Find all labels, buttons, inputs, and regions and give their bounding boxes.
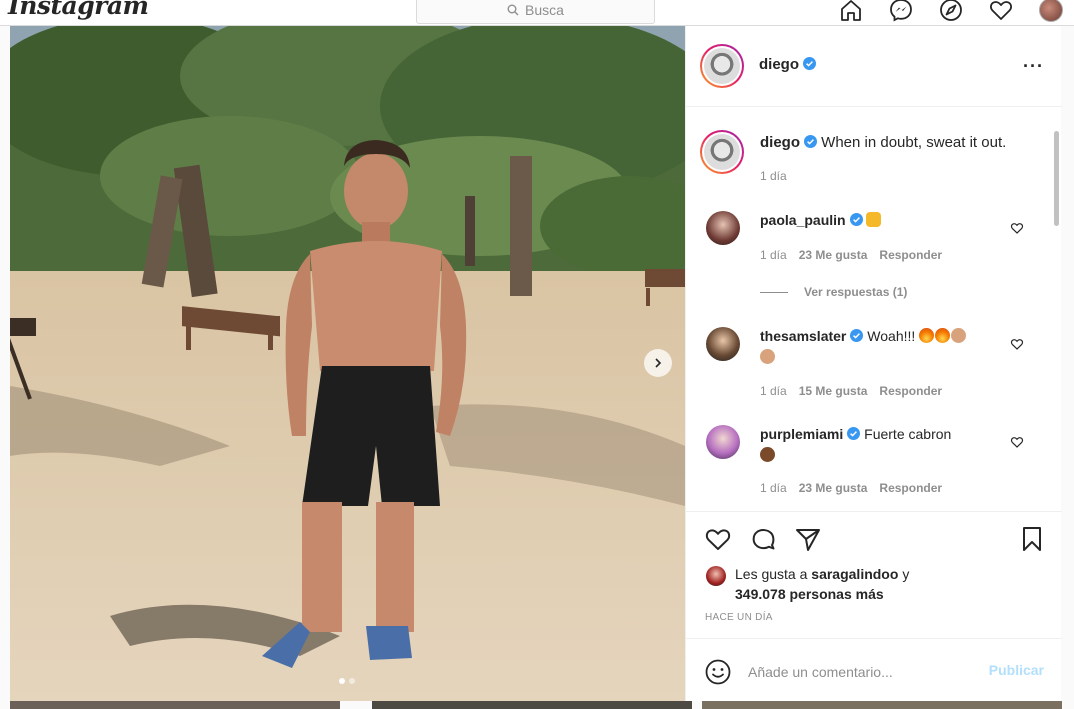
author-avatar[interactable] <box>700 44 744 88</box>
comment-3: purplemiami Fuerte cabron <box>760 424 1000 466</box>
publish-button[interactable]: Publicar <box>989 662 1044 678</box>
comment-text: Woah!!! <box>867 328 916 344</box>
search-icon <box>507 4 519 16</box>
post-photo[interactable] <box>10 26 685 701</box>
fire-emoji-icon <box>935 328 951 343</box>
reply-button[interactable]: Responder <box>879 248 942 262</box>
more-options-icon[interactable]: ··· <box>1023 56 1044 77</box>
likes-conj: y <box>902 566 910 582</box>
home-icon[interactable] <box>838 0 864 23</box>
likes-summary[interactable]: Les gusta a saragalindoo y 349.078 perso… <box>735 564 909 604</box>
verified-badge-icon <box>849 213 863 226</box>
comment-time[interactable]: 1 día <box>760 481 787 495</box>
like-heart-icon[interactable] <box>704 525 732 553</box>
reply-button[interactable]: Responder <box>879 384 942 398</box>
commenter-avatar[interactable] <box>706 211 740 245</box>
comment-text: Fuerte cabron <box>864 426 952 442</box>
post-timestamp[interactable]: HACE UN DÍA <box>705 612 773 623</box>
flexed-biceps-emoji-icon <box>760 447 775 462</box>
comment-1: paola_paulin <box>760 210 1000 231</box>
verified-badge-icon <box>803 57 816 70</box>
background-thumbnail <box>10 701 340 709</box>
reply-button[interactable]: Responder <box>879 481 942 495</box>
save-bookmark-icon[interactable] <box>1018 525 1046 553</box>
commenter-avatar[interactable] <box>706 327 740 361</box>
search-box[interactable]: Busca <box>416 0 655 24</box>
comments-list[interactable]: diego When in doubt, sweat it out. 1 día… <box>686 108 1062 511</box>
view-replies-label: Ver respuestas (1) <box>804 285 908 299</box>
comment-2: thesamslater Woah!!! <box>760 326 1000 368</box>
commenter-avatar[interactable] <box>706 425 740 459</box>
emoji-smile-icon[interactable] <box>704 658 732 686</box>
raising-hands-emoji-icon <box>866 212 882 227</box>
comment-meta: 1 día 23 Me gusta Responder <box>760 481 942 495</box>
messenger-icon[interactable] <box>888 0 914 23</box>
comment-time[interactable]: 1 día <box>760 384 787 398</box>
comment-like-heart-icon[interactable] <box>1010 221 1024 235</box>
share-paper-plane-icon[interactable] <box>794 525 822 553</box>
author-username[interactable]: diego <box>759 56 816 73</box>
comments-scrollbar[interactable] <box>1054 131 1059 226</box>
carousel-dot-active <box>339 678 345 684</box>
top-navigation-bar: Instagram Busca <box>0 0 1074 26</box>
caption-avatar[interactable] <box>700 130 744 174</box>
post-image <box>10 26 685 701</box>
flexed-biceps-emoji-icon <box>951 328 967 343</box>
comment-likes[interactable]: 23 Me gusta <box>799 248 868 262</box>
comment-bubble-icon[interactable] <box>749 525 777 553</box>
comment-like-heart-icon[interactable] <box>1010 435 1024 449</box>
post-actions: Les gusta a saragalindoo y 349.078 perso… <box>686 511 1062 638</box>
comment-meta: 1 día 15 Me gusta Responder <box>760 384 942 398</box>
caption-time[interactable]: 1 día <box>760 169 787 183</box>
verified-badge-icon <box>850 329 864 342</box>
search-placeholder: Busca <box>525 2 564 18</box>
caption-meta: 1 día <box>760 169 787 183</box>
carousel-next-button[interactable] <box>644 349 672 377</box>
comment-likes[interactable]: 15 Me gusta <box>799 384 868 398</box>
verified-badge-icon <box>847 427 861 440</box>
post-details-panel: diego ··· diego When in doubt, sweat it … <box>685 26 1062 701</box>
comment-username[interactable]: thesamslater <box>760 328 846 344</box>
instagram-logo[interactable]: Instagram <box>8 0 149 20</box>
carousel-dot <box>349 678 355 684</box>
profile-avatar[interactable] <box>1038 0 1064 23</box>
view-replies-button[interactable]: Ver respuestas (1) <box>760 285 907 299</box>
background-thumbnail <box>702 701 1062 709</box>
comment-meta: 1 día 23 Me gusta Responder <box>760 248 942 262</box>
nav-icons <box>838 0 1064 23</box>
comment-like-heart-icon[interactable] <box>1010 337 1024 351</box>
carousel-dots <box>339 678 355 684</box>
comment-likes[interactable]: 23 Me gusta <box>799 481 868 495</box>
activity-heart-icon[interactable] <box>988 0 1014 23</box>
flexed-biceps-emoji-icon <box>760 349 775 364</box>
verified-badge-icon <box>804 135 817 148</box>
liker-avatar[interactable] <box>706 566 726 586</box>
explore-icon[interactable] <box>938 0 964 23</box>
background-thumbnail <box>372 701 692 709</box>
likes-others[interactable]: 349.078 personas más <box>735 586 884 602</box>
caption: diego When in doubt, sweat it out. <box>760 132 1040 153</box>
caption-text: When in doubt, sweat it out. <box>821 134 1007 151</box>
likes-prefix: Les gusta a <box>735 566 808 582</box>
post-header: diego ··· <box>686 26 1062 107</box>
comment-username[interactable]: paola_paulin <box>760 212 846 228</box>
caption-username[interactable]: diego <box>760 134 800 151</box>
add-comment-bar: Publicar <box>686 638 1062 701</box>
comment-time[interactable]: 1 día <box>760 248 787 262</box>
fire-emoji-icon <box>919 328 935 343</box>
chevron-right-icon <box>655 358 662 368</box>
likes-user[interactable]: saragalindoo <box>811 566 898 582</box>
replies-divider <box>760 291 788 293</box>
comment-username[interactable]: purplemiami <box>760 426 843 442</box>
comment-input[interactable] <box>748 661 978 683</box>
